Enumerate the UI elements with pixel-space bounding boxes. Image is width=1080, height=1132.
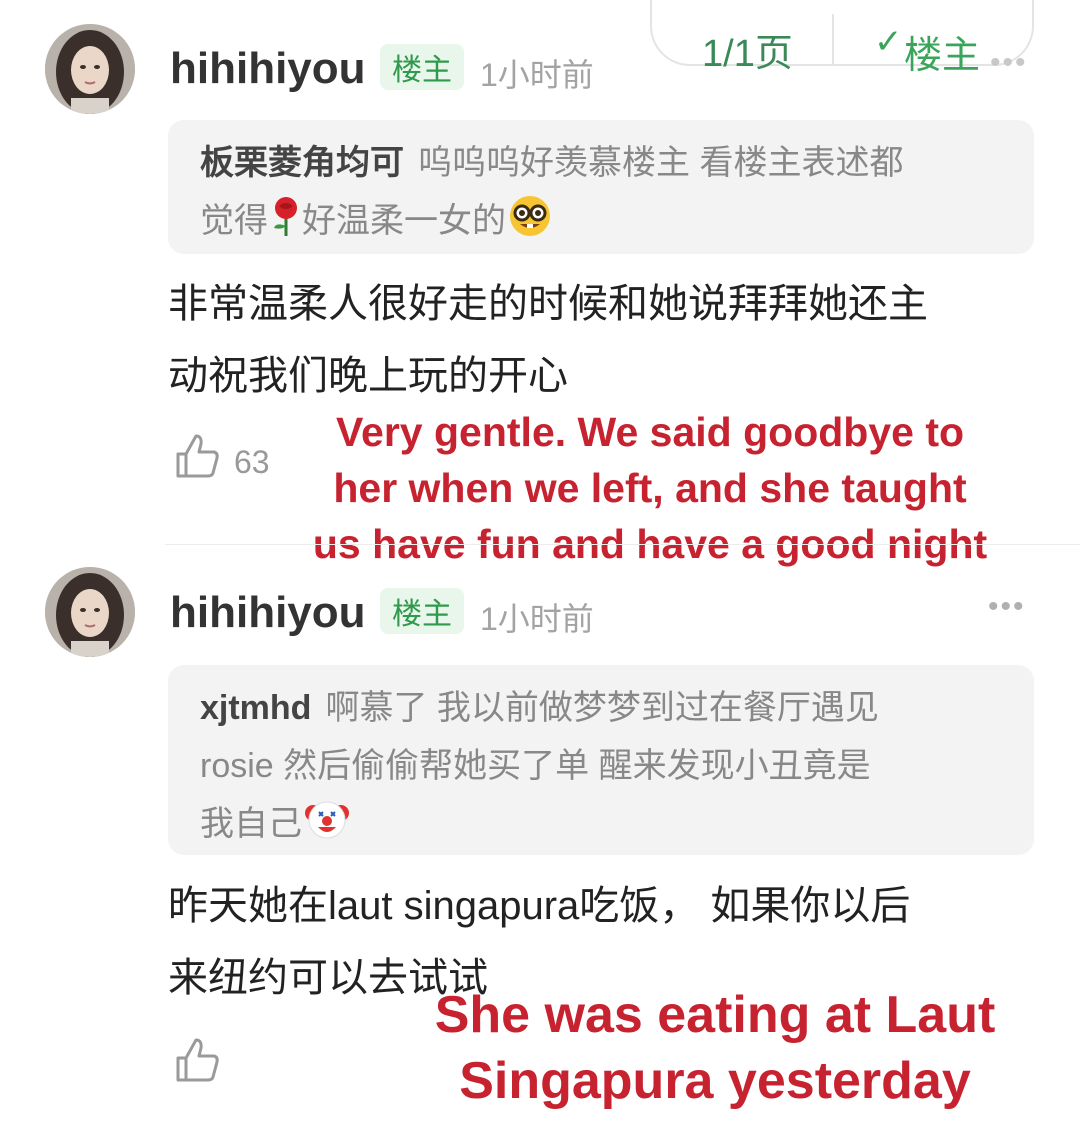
like-count: 63 <box>234 444 270 480</box>
more-icon[interactable]: ••• <box>990 46 1028 80</box>
quoted-username[interactable]: xjtmhd <box>200 689 311 727</box>
page-indicator[interactable]: 1/1页 <box>702 22 793 77</box>
more-icon[interactable]: ••• <box>988 590 1026 624</box>
quoted-reply[interactable]: xjtmhd 啊慕了 我以前做梦梦到过在餐厅遇见 rosie 然后偷偷帮她买了单 … <box>168 665 1034 855</box>
comment-line: 昨天她在laut singapura吃饭， 如果你以后 <box>168 884 911 928</box>
timestamp: 1小时前 <box>480 57 594 93</box>
username[interactable]: hihihiyou <box>170 588 366 638</box>
nerd-face-emoji <box>508 194 552 256</box>
translation-line: her when we left, and she taught <box>333 465 967 511</box>
translation-overlay: She was eating at Laut Singapura yesterd… <box>420 982 1010 1114</box>
comment-line: 非常温柔人很好走的时候和她说拜拜她还主 <box>168 282 928 326</box>
clown-face-emoji <box>304 797 350 859</box>
rose-emoji <box>270 196 302 256</box>
quoted-text: 呜呜呜好羡慕楼主 看楼主表述都 <box>418 144 904 182</box>
only-op-filter-button[interactable]: 楼主 <box>904 24 980 79</box>
quoted-text: rosie 然后偷偷帮她买了单 醒来发现小丑竟是 <box>200 747 871 785</box>
translation-line: Very gentle. We said goodbye to <box>335 409 965 455</box>
timestamp: 1小时前 <box>480 601 594 637</box>
quoted-text: 觉得 <box>200 202 268 240</box>
quoted-text: 好温柔一女的 <box>302 202 506 240</box>
username[interactable]: hihihiyou <box>170 44 366 94</box>
translation-overlay: Very gentle. We said goodbye to her when… <box>290 404 1010 572</box>
thumbs-up-icon[interactable] <box>174 432 220 485</box>
quoted-username[interactable]: 板栗菱角均可 <box>200 144 404 182</box>
thumbs-up-icon[interactable] <box>174 1036 220 1089</box>
check-icon: ✓ <box>874 23 903 61</box>
translation-line: Singapura yesterday <box>459 1052 971 1110</box>
comment-line: 动祝我们晚上玩的开心 <box>168 354 568 398</box>
comment-divider <box>165 544 1080 545</box>
quoted-text: 啊慕了 我以前做梦梦到过在餐厅遇见 <box>325 689 879 727</box>
op-badge: 楼主 <box>380 588 464 634</box>
avatar[interactable] <box>45 567 135 657</box>
comment-body: 非常温柔人很好走的时候和她说拜拜她还主 动祝我们晚上玩的开心 <box>168 268 1048 412</box>
op-badge: 楼主 <box>380 44 464 90</box>
page-filter-bar: 1/1页 ✓ 楼主 <box>650 0 1034 77</box>
translation-line: She was eating at Laut <box>434 986 996 1044</box>
quoted-reply[interactable]: 板栗菱角均可 呜呜呜好羡慕楼主 看楼主表述都 觉得 好温柔一女的 <box>168 120 1034 254</box>
quoted-text: 我自己 <box>200 805 302 843</box>
avatar[interactable] <box>45 24 135 114</box>
pager-divider <box>832 14 834 64</box>
